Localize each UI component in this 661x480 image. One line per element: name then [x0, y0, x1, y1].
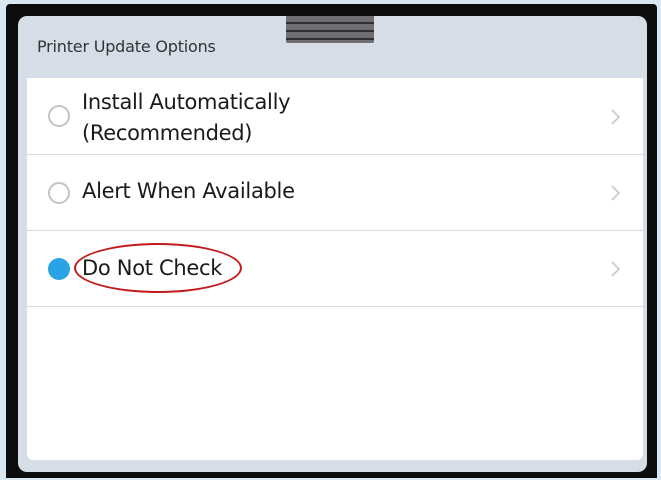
- option-alert-when-available[interactable]: Alert When Available: [27, 155, 643, 231]
- chevron-right-icon: [611, 109, 621, 125]
- chevron-right-icon: [611, 185, 621, 201]
- option-label: Do Not Check: [82, 256, 223, 280]
- header: Printer Update Options: [18, 16, 647, 78]
- radio-unselected-icon[interactable]: [48, 105, 70, 127]
- option-do-not-check[interactable]: Do Not Check: [27, 231, 643, 307]
- option-install-automatically[interactable]: Install Automatically (Recommended): [27, 78, 643, 155]
- option-label: Install Automatically (Recommended): [82, 90, 291, 145]
- options-list: Install Automatically (Recommended) Aler…: [27, 78, 643, 460]
- radio-selected-icon[interactable]: [48, 258, 70, 280]
- chevron-right-icon: [611, 261, 621, 277]
- radio-unselected-icon[interactable]: [48, 182, 70, 204]
- option-label: Alert When Available: [82, 179, 295, 203]
- page-title: Printer Update Options: [37, 37, 216, 56]
- printer-screen: Printer Update Options Install Automatic…: [18, 16, 647, 472]
